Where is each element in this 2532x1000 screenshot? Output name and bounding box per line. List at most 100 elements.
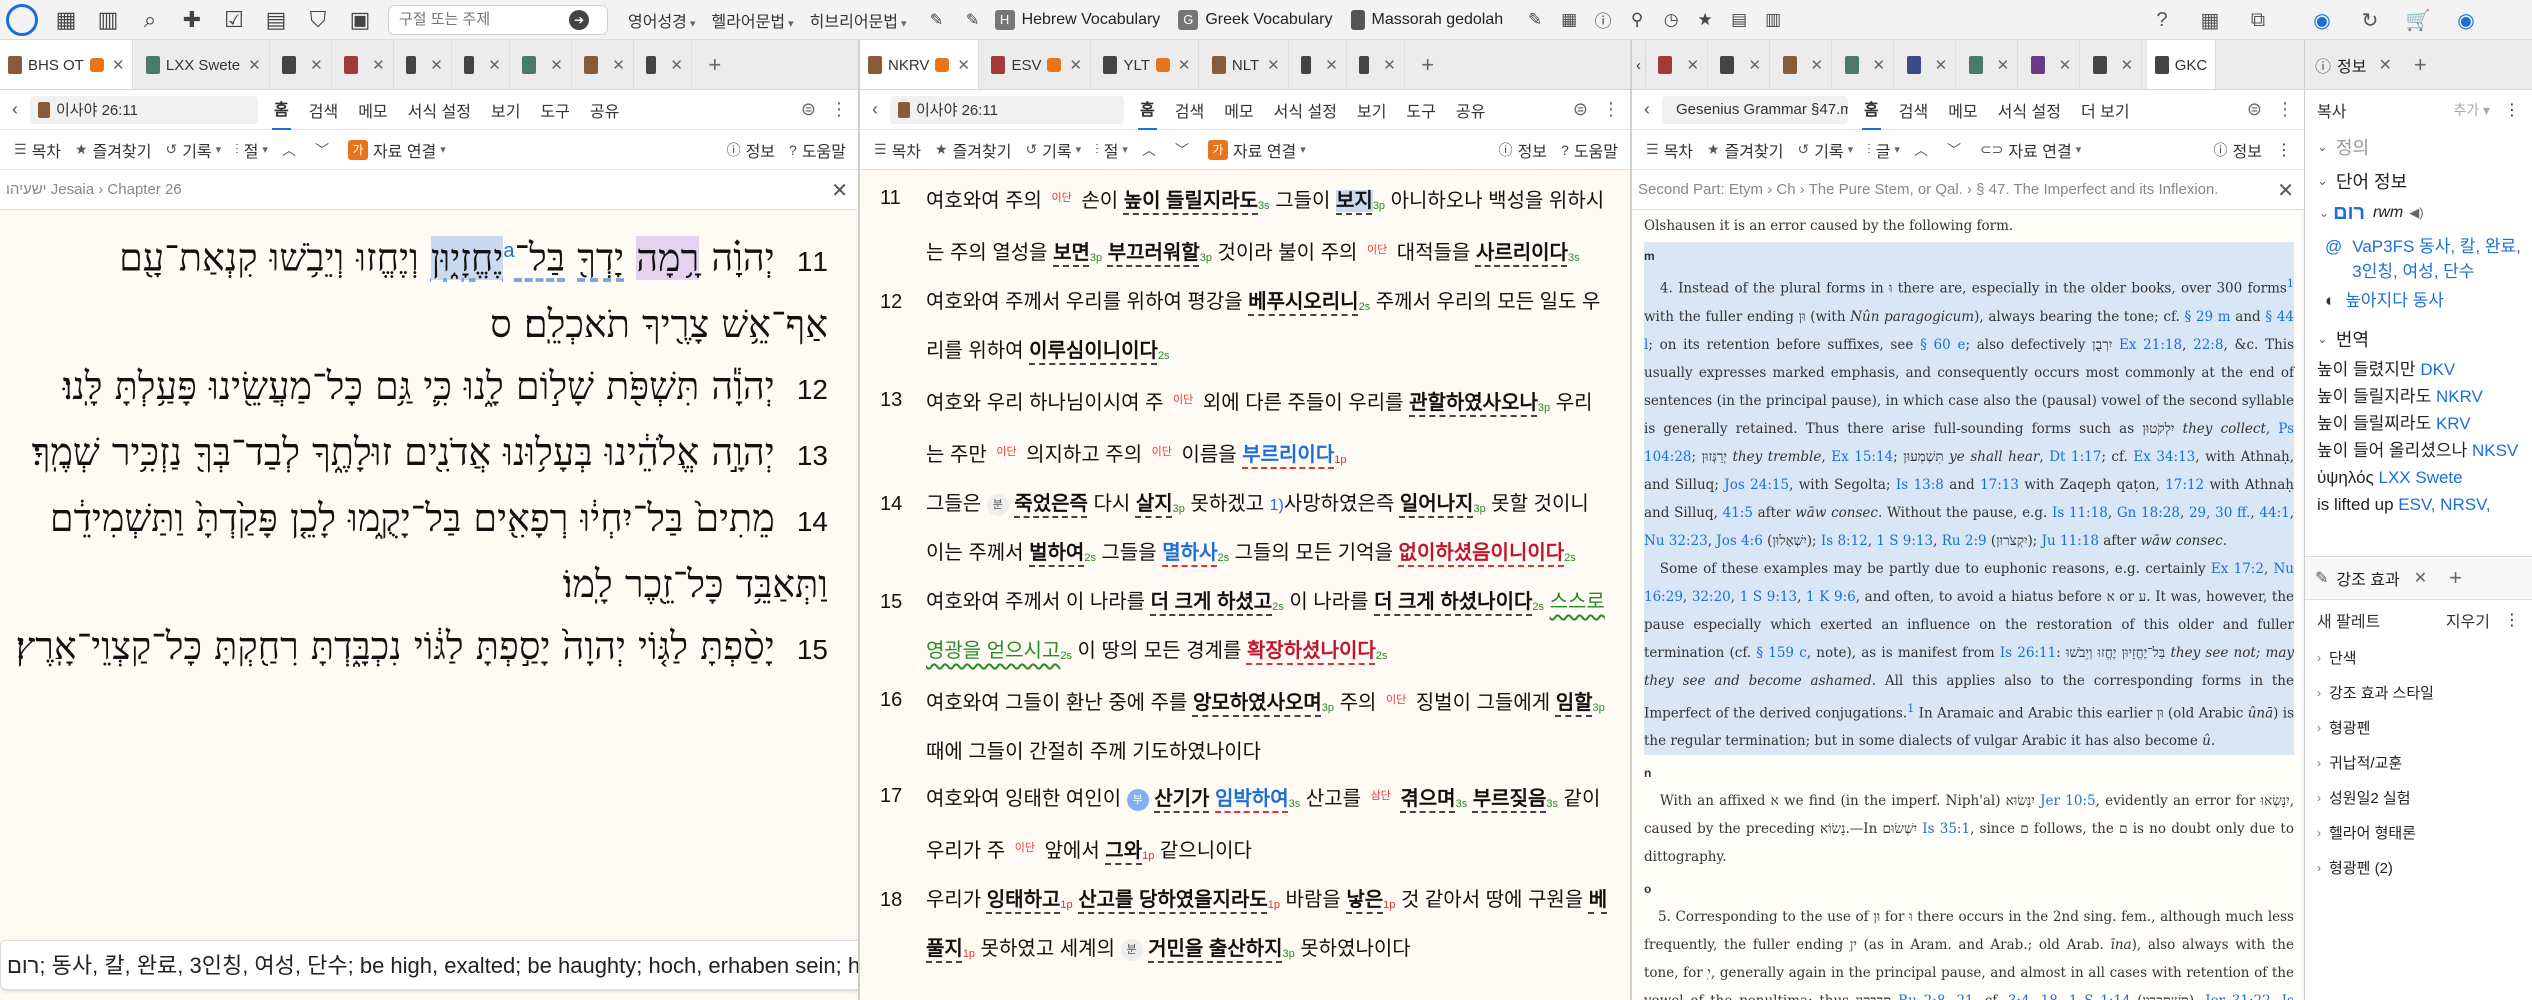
tab-nlt[interactable]: NLT ✕ bbox=[1204, 40, 1289, 89]
nav-format[interactable]: 서식 설정 bbox=[1996, 90, 2063, 130]
bookmark-hebrew-vocabulary[interactable]: H Hebrew Vocabulary bbox=[994, 9, 1160, 30]
section-translation[interactable]: ⌄ 번역 bbox=[2305, 322, 2532, 356]
word-yhwh[interactable]: יְהוָ֗ה bbox=[711, 236, 774, 280]
nav-tools[interactable]: 도구 bbox=[538, 90, 571, 130]
prev-button[interactable]: ︿ bbox=[1914, 140, 1933, 160]
back-arrow-icon[interactable]: ‹ bbox=[1632, 99, 1662, 120]
apps-icon[interactable]: ▦ bbox=[2196, 6, 2224, 34]
bookmark-massorah[interactable]: Massorah gedolah bbox=[1350, 9, 1503, 30]
word-bal[interactable]: בַּל־ bbox=[514, 236, 565, 280]
more-menu-icon[interactable]: ⋮ bbox=[2276, 99, 2294, 120]
nav-tools[interactable]: 도구 bbox=[1404, 90, 1437, 130]
close-icon[interactable]: ✕ bbox=[1267, 56, 1280, 74]
more-menu-icon[interactable]: ⋮ bbox=[1602, 99, 1620, 120]
help-icon[interactable]: ? bbox=[2148, 6, 2176, 34]
toc-button[interactable]: ☰ 목차 bbox=[874, 138, 921, 162]
pane3-reference-box[interactable]: Gesenius Grammar §47.m bbox=[1662, 95, 1848, 124]
nav-format[interactable]: 서식 설정 bbox=[406, 90, 473, 130]
toc-button[interactable]: ☰ 목차 bbox=[14, 138, 61, 162]
nav-share[interactable]: 공유 bbox=[588, 90, 621, 130]
add-tab-button[interactable]: + bbox=[1409, 40, 1446, 89]
link-resource-button[interactable]: ⊂⊃ 자료 연결 ▾ bbox=[1980, 138, 2081, 162]
tab-res-c[interactable]: ✕ bbox=[1775, 40, 1833, 89]
text-button[interactable]: ⫶ 글 ▾ bbox=[1867, 138, 1900, 162]
breadcrumb-text[interactable]: ישעיהו Jesaia › Chapter 26 bbox=[6, 181, 182, 198]
star-icon[interactable]: ★ bbox=[1691, 6, 1719, 34]
close-icon[interactable]: ✕ bbox=[1069, 56, 1082, 74]
sync-icon[interactable]: ↻ bbox=[2356, 6, 2384, 34]
version-link[interactable]: DKV bbox=[2420, 360, 2455, 379]
calendar-icon[interactable]: ▦ bbox=[1555, 6, 1583, 34]
new-window-icon[interactable]: ⧉ bbox=[2244, 6, 2272, 34]
nav-view[interactable]: 보기 bbox=[1355, 90, 1388, 130]
add-tab-button[interactable]: + bbox=[2414, 52, 2427, 78]
menu-english-bible[interactable]: 영어성경 bbox=[628, 8, 695, 32]
history-button[interactable]: ↺ 기록 ▾ bbox=[165, 138, 221, 162]
prev-button[interactable]: ︿ bbox=[282, 140, 301, 160]
documents-icon[interactable]: ▤ bbox=[262, 6, 290, 34]
info-button[interactable]: ⓘ 정보 bbox=[2214, 138, 2262, 162]
add-tab-button[interactable]: + bbox=[2449, 565, 2462, 591]
version-link[interactable]: NKSV bbox=[2472, 441, 2518, 460]
search-icon[interactable]: ⌕ bbox=[136, 6, 164, 34]
help-button[interactable]: ? 도움말 bbox=[1561, 138, 1618, 162]
tab-res-g[interactable]: ✕ bbox=[2023, 40, 2081, 89]
close-icon[interactable]: ✕ bbox=[670, 56, 683, 74]
close-icon[interactable]: ✕ bbox=[248, 56, 261, 74]
verse-text[interactable]: 여호와여 주께서 이 나라를 더 크게 하셨고2s 이 나라를 더 크게 하셨나… bbox=[926, 580, 1610, 678]
close-icon[interactable]: ✕ bbox=[488, 56, 501, 74]
effect-item[interactable]: › 형광펜 (2) bbox=[2305, 850, 2532, 885]
breadcrumb-text[interactable]: Second Part: Etym › Ch › The Pure Stem, … bbox=[1638, 181, 2219, 198]
verse-text[interactable]: יָסַ֨פְתָּ לַגּ֤וֹי יְהוָה֙ יָסַ֣פְתָּ ל… bbox=[15, 624, 774, 668]
tab-scroll-left[interactable]: ‹ bbox=[1632, 40, 1646, 89]
sync-circle-icon[interactable]: ⊜ bbox=[1573, 99, 1588, 120]
version-link[interactable]: KRV bbox=[2436, 414, 2471, 433]
close-icon[interactable]: ✕ bbox=[112, 56, 125, 74]
nav-notes[interactable]: 메모 bbox=[1946, 90, 1979, 130]
tab-res-a[interactable]: ✕ bbox=[1650, 40, 1709, 89]
add-tab-button[interactable]: + bbox=[696, 40, 733, 89]
back-arrow-icon[interactable]: ‹ bbox=[0, 99, 30, 120]
tab-lxx-swete[interactable]: LXX Swete ✕ bbox=[138, 40, 270, 89]
tab-res4[interactable]: ✕ bbox=[336, 40, 394, 89]
pane1-reference-box[interactable]: 이사야 26:11 bbox=[30, 95, 258, 124]
command-search-input[interactable] bbox=[399, 11, 569, 28]
tab-res6[interactable]: ✕ bbox=[456, 40, 510, 89]
logos-logo-icon[interactable] bbox=[6, 3, 38, 36]
back-arrow-icon[interactable]: ‹ bbox=[860, 99, 890, 120]
tab-search[interactable]: ✕ bbox=[1293, 40, 1347, 89]
word-yechezayun[interactable]: יֶחֱזָי֑וּן bbox=[430, 235, 504, 280]
tab-res-b[interactable]: ✕ bbox=[1712, 40, 1771, 89]
paragraph-o[interactable]: o 5. Corresponding to the use of וּן for… bbox=[1644, 875, 2294, 1000]
more-menu-icon[interactable]: ⋮ bbox=[2504, 610, 2520, 630]
close-icon[interactable]: ✕ bbox=[2378, 55, 2391, 75]
grid-icon[interactable]: ▤ bbox=[1725, 6, 1753, 34]
tab-res-h[interactable]: ✕ bbox=[2085, 40, 2143, 89]
tab-res8[interactable]: ✕ bbox=[576, 40, 634, 89]
tab-info[interactable]: 정보 bbox=[2337, 53, 2366, 77]
close-icon[interactable]: ✕ bbox=[1325, 56, 1338, 74]
verse-text[interactable]: מֵתִים֙ בַּל־יִחְי֔וּ רְפָאִ֖ים בַּל־יָק… bbox=[50, 496, 828, 606]
nav-more[interactable]: 더 보기 bbox=[2079, 90, 2132, 130]
nav-home[interactable]: 홈 bbox=[272, 88, 291, 131]
link-resource-button[interactable]: 가 자료 연결 ▾ bbox=[1207, 138, 1306, 162]
link-resource-button[interactable]: 가 자료 연결 ▾ bbox=[347, 138, 446, 162]
nav-home[interactable]: 홈 bbox=[1138, 88, 1157, 131]
close-icon[interactable]: ✕ bbox=[831, 178, 848, 203]
favorites-button[interactable]: ★ 즐겨찾기 bbox=[75, 138, 151, 162]
copy-button[interactable]: 복사 bbox=[2317, 98, 2346, 122]
more-menu-icon[interactable]: ⋮ bbox=[2276, 140, 2292, 160]
history-button[interactable]: ↺ 기록 ▾ bbox=[1797, 138, 1853, 162]
verse-text[interactable]: 여호와여 그들이 환난 중에 주를 앙모하였사오며3p 주의 이단 징벌이 그들… bbox=[926, 678, 1610, 774]
verse-text[interactable]: 여호와 우리 하나님이시여 주 이단 외에 다른 주들이 우리를 관할하였사오나… bbox=[926, 378, 1610, 482]
tab-res9[interactable]: ✕ bbox=[638, 40, 692, 89]
effect-item[interactable]: › 헬라어 형태론 bbox=[2305, 815, 2532, 850]
nav-notes[interactable]: 메모 bbox=[1222, 90, 1255, 130]
word-yadkha[interactable]: יָדְךָ֖ bbox=[577, 236, 624, 280]
close-icon[interactable]: ✕ bbox=[372, 56, 385, 74]
tools-icon[interactable]: ⛉ bbox=[304, 6, 332, 34]
note-marker[interactable]: a bbox=[503, 240, 514, 262]
tab-res7[interactable]: ✕ bbox=[514, 40, 572, 89]
guides-icon[interactable]: ✚ bbox=[178, 6, 206, 34]
pane2-reference-box[interactable]: 이사야 26:11 bbox=[890, 95, 1124, 124]
